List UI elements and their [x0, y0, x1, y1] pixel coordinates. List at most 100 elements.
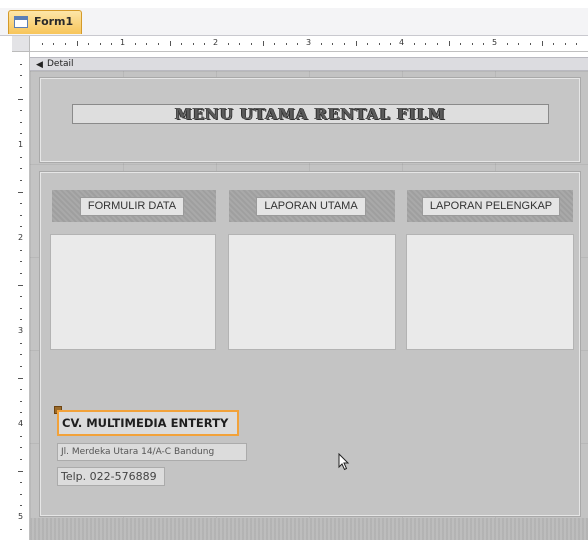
ruler-tick — [20, 482, 22, 484]
ruler-tick — [332, 43, 334, 45]
ruler-tick — [192, 43, 194, 45]
form-icon — [14, 16, 28, 28]
ruler-tick — [169, 41, 171, 46]
ruler-tick — [18, 191, 23, 193]
form-design-view: Form1 1 2 3 4 5 1 2 3 4 5 ◀ Detail MENU UTAMA RE… — [0, 0, 588, 540]
ruler-tick — [20, 168, 22, 170]
ruler-tick — [181, 43, 183, 45]
ruler-tick — [20, 110, 22, 112]
ruler-tick — [227, 43, 229, 45]
ruler-tick — [18, 470, 23, 472]
ruler-number: 4 — [399, 38, 405, 47]
ruler-tick — [20, 203, 22, 205]
form-selector[interactable] — [12, 36, 30, 52]
company-address-label[interactable]: Jl. Merdeka Utara 14/A-C Bandung — [57, 443, 247, 461]
ruler-tick — [20, 435, 22, 437]
ruler-tick — [76, 41, 78, 46]
ruler-tick — [529, 43, 531, 45]
ruler-tick — [18, 377, 23, 379]
ruler-tick — [425, 43, 427, 45]
tab-form1-label: Form1 — [34, 15, 74, 28]
ruler-tick — [367, 43, 369, 45]
ruler-tick — [20, 389, 22, 391]
ruler-number: 2 — [18, 233, 24, 242]
ruler-tick — [146, 43, 148, 45]
ruler-tick — [297, 43, 299, 45]
company-phone-label[interactable]: Telp. 022-576889 — [57, 467, 165, 486]
ruler-tick — [274, 43, 276, 45]
ruler-tick — [343, 43, 345, 45]
ruler-tick — [564, 43, 566, 45]
vertical-ruler[interactable]: 1 2 3 4 5 — [12, 52, 30, 540]
formulir-data-label[interactable]: FORMULIR DATA — [80, 197, 184, 216]
ruler-tick — [111, 43, 113, 45]
ruler-tick — [20, 63, 22, 65]
horizontal-ruler[interactable]: 1 2 3 4 5 — [12, 36, 588, 52]
section-arrow-icon: ◀ — [36, 59, 43, 69]
ruler-tick — [20, 342, 22, 344]
ruler-tick — [20, 121, 22, 123]
ruler-tick — [285, 43, 287, 45]
ruler-tick — [518, 43, 520, 45]
ruler-tick — [18, 284, 23, 286]
laporan-pelengkap-label[interactable]: LAPORAN PELENGKAP — [422, 197, 560, 216]
ruler-tick — [20, 319, 22, 321]
ruler-tick — [20, 528, 22, 530]
ruler-tick — [448, 41, 450, 46]
ruler-tick — [20, 249, 22, 251]
ruler-number: 1 — [18, 140, 24, 149]
canvas-bottom-area — [30, 518, 588, 540]
ruler-tick — [53, 43, 55, 45]
ruler-tick — [157, 43, 159, 45]
tab-form1[interactable]: Form1 — [8, 10, 82, 34]
ruler-tick — [262, 41, 264, 46]
ruler-tick — [20, 307, 22, 309]
ruler-tick — [390, 43, 392, 45]
ruler-tick — [134, 43, 136, 45]
ruler-number: 4 — [18, 419, 24, 428]
ruler-number: 3 — [306, 38, 312, 47]
ruler-number: 3 — [18, 326, 24, 335]
ruler-number: 2 — [213, 38, 219, 47]
ruler-tick — [436, 43, 438, 45]
ruler-tick — [41, 43, 43, 45]
ruler-tick — [20, 86, 22, 88]
ruler-tick — [20, 226, 22, 228]
detail-section-label: Detail — [47, 59, 74, 69]
ruler-tick — [99, 43, 101, 45]
title-text: MENU UTAMA RENTAL FILM — [175, 105, 446, 123]
ruler-tick — [88, 43, 90, 45]
ruler-tick — [18, 98, 23, 100]
title-label[interactable]: MENU UTAMA RENTAL FILM — [72, 104, 549, 124]
company-name-label[interactable]: CV. MULTIMEDIA ENTERTY — [57, 410, 239, 436]
mouse-pointer-icon — [338, 453, 350, 471]
ruler-tick — [20, 505, 22, 507]
ruler-tick — [20, 447, 22, 449]
laporan-utama-box[interactable] — [228, 234, 396, 350]
ruler-tick — [506, 43, 508, 45]
ruler-tick — [576, 43, 578, 45]
detail-section-bar[interactable]: ◀ Detail — [30, 57, 588, 71]
ruler-tick — [541, 41, 543, 46]
laporan-pelengkap-box[interactable] — [406, 234, 574, 350]
ruler-tick — [20, 296, 22, 298]
ruler-tick — [20, 400, 22, 402]
document-tab-strip: Form1 — [0, 8, 588, 36]
ruler-tick — [320, 43, 322, 45]
ruler-tick — [460, 43, 462, 45]
ruler-tick — [64, 43, 66, 45]
ruler-tick — [20, 261, 22, 263]
ruler-number: 1 — [120, 38, 126, 47]
ruler-tick — [20, 179, 22, 181]
ruler-tick — [20, 458, 22, 460]
ruler-tick — [413, 43, 415, 45]
ruler-tick — [483, 43, 485, 45]
ruler-tick — [250, 43, 252, 45]
formulir-data-box[interactable] — [50, 234, 216, 350]
laporan-utama-label[interactable]: LAPORAN UTAMA — [256, 197, 366, 216]
ruler-tick — [20, 133, 22, 135]
ruler-tick — [20, 272, 22, 274]
ruler-number: 5 — [492, 38, 498, 47]
ruler-tick — [20, 214, 22, 216]
ruler-tick — [378, 43, 380, 45]
